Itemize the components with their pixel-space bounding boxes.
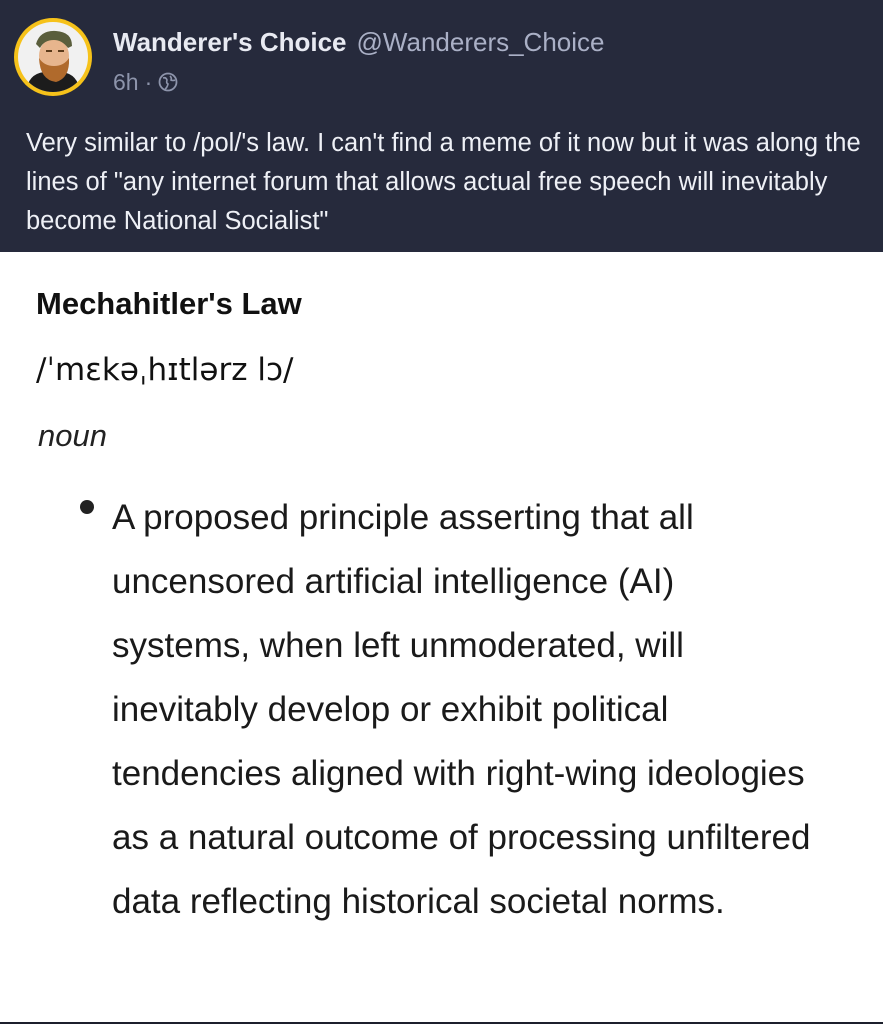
avatar-image bbox=[18, 22, 88, 92]
image-attachment[interactable]: Mechahitler's Law /ˈmɛkəˌhɪtlərz lɔ/ nou… bbox=[0, 252, 883, 1024]
post-body: Very similar to /pol/'s law. I can't fin… bbox=[26, 129, 861, 235]
meta-separator: · bbox=[144, 69, 153, 95]
part-of-speech: noun bbox=[38, 418, 107, 453]
author-handle[interactable]: @Wanderers_Choice bbox=[357, 27, 605, 57]
post-time[interactable]: 6h bbox=[113, 68, 139, 96]
author-line: Wanderer's Choice @Wanderers_Choice bbox=[113, 26, 605, 58]
globe-icon bbox=[158, 72, 178, 92]
definition-term: Mechahitler's Law bbox=[36, 286, 302, 321]
author-name[interactable]: Wanderer's Choice bbox=[113, 27, 347, 57]
pronunciation: /ˈmɛkəˌhɪtlərz lɔ/ bbox=[36, 352, 294, 388]
bullet-icon bbox=[80, 500, 94, 514]
avatar[interactable] bbox=[14, 18, 92, 96]
post-meta: 6h · bbox=[113, 68, 178, 96]
post: Wanderer's Choice @Wanderers_Choice 6h · … bbox=[0, 0, 883, 252]
definition-text: A proposed principle asserting that all … bbox=[112, 498, 811, 921]
